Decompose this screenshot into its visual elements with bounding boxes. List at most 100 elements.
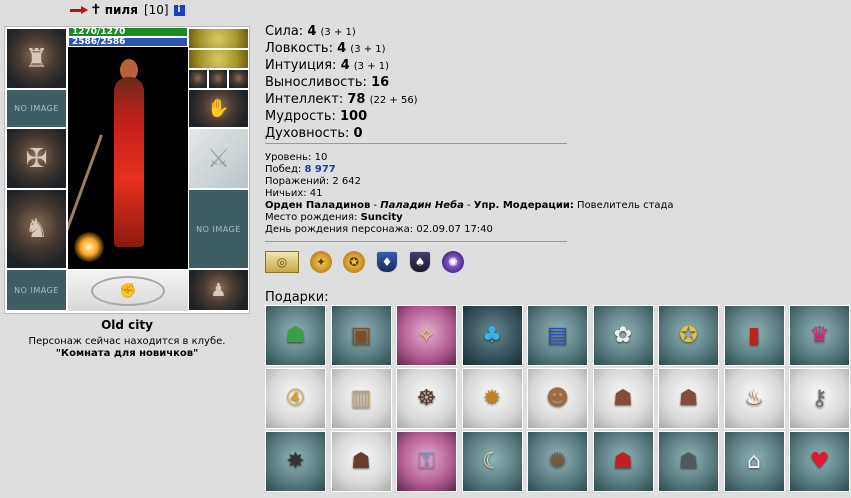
flower-bouquet-icon: ✿ (613, 323, 633, 348)
stat-intellect: Интеллект: 78 (22 + 56) (265, 92, 418, 107)
divider (265, 241, 567, 242)
medal-badge-icon[interactable]: ✪ (343, 251, 365, 273)
ring-slot-2[interactable] (188, 49, 249, 69)
scroll-icon: ▥ (350, 386, 372, 411)
gift-item[interactable]: ⚷ (789, 368, 850, 429)
keychain-icon: ⚷ (811, 386, 828, 411)
gift-item[interactable]: ⌂ (723, 431, 785, 492)
no-image-label: NO IMAGE (14, 285, 59, 295)
gift-item[interactable]: ☻ (527, 368, 588, 429)
robe-icon: ♞ (24, 214, 49, 244)
arrow-right-icon[interactable] (70, 5, 88, 15)
small-slot-1[interactable] (188, 69, 208, 89)
gift-item[interactable]: ▣ (330, 305, 392, 366)
info-icon[interactable]: i (173, 4, 185, 16)
belt-slot[interactable]: NO IMAGE (6, 269, 67, 311)
no-image-label: NO IMAGE (14, 104, 59, 113)
badges-row: ◎ ✦ ✪ ♦ ♠ ✺ (265, 251, 464, 273)
stats-list: Сила: 4 (3 + 1) Ловкость: 4 (3 + 1) Инту… (265, 24, 418, 143)
gift-item[interactable]: ✧ (396, 305, 457, 366)
gift-item[interactable]: ⚿ (396, 431, 457, 492)
location-room: "Комната для новичков" (55, 348, 199, 359)
gift-item[interactable]: ☗ (330, 431, 392, 492)
armor-slot[interactable]: ♞ (6, 189, 67, 269)
boots-slot[interactable]: ♟ (188, 269, 249, 311)
boots-icon: ♟ (210, 279, 227, 301)
shield-badge-icon[interactable]: ♦ (376, 251, 398, 273)
portrait-glow (74, 232, 104, 262)
character-header: ✝ пиля [10] i (70, 2, 185, 18)
shield-slot[interactable]: ⚔ (188, 128, 249, 189)
wedding-ring-badge-icon[interactable]: ◎ (265, 251, 299, 273)
stat-endurance: Выносливость: 16 (265, 75, 390, 90)
gift-item[interactable]: ☗ (265, 305, 326, 366)
gift-item[interactable]: ☗ (592, 368, 654, 429)
gift-item[interactable]: ④ (265, 368, 326, 429)
ring-slot-1[interactable] (188, 28, 249, 49)
gift-item[interactable]: ♨ (723, 368, 785, 429)
gift-item[interactable]: ♛ (789, 305, 850, 366)
character-doll: ♜ NO IMAGE ✠ ♞ NO IMAGE 1270/1270 2586/2… (4, 26, 250, 314)
gift-item[interactable]: ✹ (461, 368, 523, 429)
stat-spirituality: Духовность: 0 (265, 126, 363, 141)
dark-shield-badge-icon[interactable]: ♠ (409, 251, 431, 273)
character-name[interactable]: пиля (105, 3, 138, 17)
info-losses: Поражений: 2 642 (265, 176, 362, 187)
hedgehog-icon: ✺ (548, 449, 567, 474)
fist-emblem-icon: ✊ (91, 275, 165, 306)
gift-item[interactable]: ▥ (330, 368, 392, 429)
clan-crest: ✊ (68, 270, 188, 311)
weapon-slot[interactable]: ✠ (6, 128, 67, 189)
small-slot-2[interactable] (208, 69, 228, 89)
stat-intuition: Интуиция: 4 (3 + 1) (265, 58, 390, 73)
gift-item[interactable]: ♥ (789, 431, 850, 492)
teddy-bear-icon: ☻ (546, 386, 569, 411)
gift-item[interactable]: ✿ (592, 305, 654, 366)
gifts-grid: ☗ ▣ ✧ ♣ ▤ ✿ ✪ ▮ ♛ ④ ▥ ☸ ✹ ☻ ☗ ☗ ♨ ⚷ ✸ ☗ … (265, 305, 850, 492)
cross-icon: ✝ (90, 2, 102, 18)
gift-item[interactable]: ▮ (723, 305, 785, 366)
gift-item[interactable]: ☗ (658, 431, 719, 492)
gift-item[interactable]: ✪ (658, 305, 719, 366)
info-draws: Ничьих: 41 (265, 188, 323, 199)
stat-strength: Сила: 4 (3 + 1) (265, 24, 356, 39)
robot-b-icon: ☗ (678, 386, 699, 411)
no-image-label: NO IMAGE (196, 224, 241, 234)
medal-icon: ✹ (482, 386, 502, 411)
mace-icon: ✸ (286, 449, 305, 474)
beer-mug-icon: ♨ (744, 386, 764, 411)
winged-emblem-badge-icon[interactable]: ✦ (310, 251, 332, 273)
sword-icon: ⚔ (206, 143, 231, 174)
gift-item[interactable]: ✸ (265, 431, 326, 492)
character-portrait[interactable] (68, 47, 188, 269)
branch-weapon-icon: ✠ (25, 143, 48, 174)
spider-icon: ☸ (416, 386, 437, 411)
gift-item[interactable]: ☗ (592, 431, 654, 492)
gift-item[interactable]: ✺ (527, 431, 588, 492)
character-level: [10] (143, 3, 169, 17)
gift-item[interactable]: ▤ (527, 305, 588, 366)
grey-cloak-icon: ☗ (678, 449, 699, 474)
info-order: Орден Паладинов - Паладин Неба - Упр. Мо… (265, 200, 674, 211)
orb-badge-icon[interactable]: ✺ (442, 251, 464, 273)
gift-item[interactable]: ☗ (658, 368, 719, 429)
gift-item[interactable]: ☾ (461, 431, 523, 492)
helmet-slot[interactable]: ♜ (6, 28, 67, 89)
jester-hat-icon: ♛ (809, 323, 830, 348)
legs-slot[interactable]: NO IMAGE (188, 189, 249, 269)
armored-bot-icon: ☗ (351, 449, 371, 474)
red-cloak-icon: ☗ (613, 449, 633, 474)
small-slot-3[interactable] (228, 69, 249, 89)
portrait-body (114, 77, 144, 247)
gift-item[interactable]: ☸ (396, 368, 457, 429)
armor-cloak-icon: ♜ (24, 43, 49, 74)
location-status: Персонаж сейчас находится в клубе. (28, 336, 226, 347)
info-wins: Побед: 8 977 (265, 164, 336, 175)
location-title: Old city (101, 318, 153, 332)
gift-item[interactable]: ♣ (461, 305, 523, 366)
gloves-slot[interactable]: ✋ (188, 89, 249, 128)
heart-icon: ♥ (809, 449, 830, 474)
hp-value: 1270/1270 (72, 27, 126, 37)
earrings-slot[interactable]: NO IMAGE (6, 89, 67, 128)
info-birthday: День рождения персонажа: 02.09.07 17:40 (265, 224, 493, 235)
